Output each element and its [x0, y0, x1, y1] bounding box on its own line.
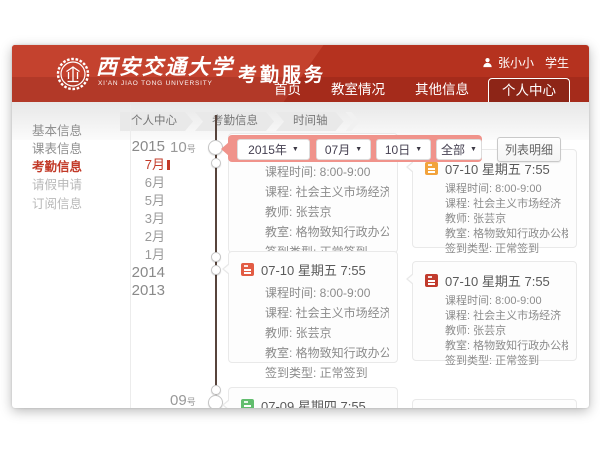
person-icon	[482, 57, 493, 68]
card-row-course: 课程: 社会主义市场经济	[445, 197, 568, 212]
card-title: 07-10 星期五 7:55	[261, 260, 366, 279]
card-row-room: 教室: 格物致知行政办公楼	[445, 339, 568, 354]
sidebar-item-basic-info[interactable]: 基本信息	[32, 120, 112, 139]
card-title: 07-10 星期五 7:55	[445, 271, 550, 290]
timeline-node	[208, 395, 223, 408]
breadcrumb-attendance-info[interactable]: 考勤信息	[195, 112, 274, 131]
attendance-card-clipped	[412, 399, 577, 408]
breadcrumb-trailing-arrow	[346, 112, 360, 131]
card-row-teacher: 教师: 张芸京	[445, 324, 568, 339]
calendar-icon	[425, 162, 438, 175]
month-dropdown-value: 07月	[325, 141, 350, 158]
list-detail-button[interactable]: 列表明细	[497, 137, 561, 162]
attendance-card: 07-10 星期五 7:55 课程时间: 8:00-9:00 课程: 社会主义市…	[412, 149, 577, 248]
scale-month-jun[interactable]: 6月	[92, 174, 165, 192]
attendance-card: 07-10 星期五 7:55 课程时间: 8:00-9:00 课程: 社会主义市…	[228, 251, 398, 363]
day-dropdown[interactable]: 10日 ▼	[376, 139, 431, 160]
card-row-course: 课程: 社会主义市场经济	[445, 309, 568, 324]
day-number: 10	[170, 139, 187, 156]
card-title-row: 07-10 星期五 7:55	[413, 262, 576, 292]
attendance-card: 07-10 星期五 7:55 课程时间: 8:00-9:00 课程: 社会主义市…	[412, 261, 577, 361]
attendance-card: 07-09 星期四 7:55	[228, 387, 398, 408]
scale-year-2013[interactable]: 2013	[92, 282, 165, 300]
day-label-10: 10号	[170, 139, 196, 157]
month-dropdown[interactable]: 07月 ▼	[316, 139, 371, 160]
university-name-cn: 西安交通大学	[96, 51, 234, 81]
nav-other-info[interactable]: 其他信息	[400, 77, 484, 102]
scale-year-2015[interactable]: 2015	[92, 138, 165, 156]
card-details: 课程时间: 8:00-9:00 课程: 社会主义市场经济 教师: 张芸京 教室:…	[229, 281, 397, 389]
timeline-node	[211, 252, 221, 262]
card-row-course: 课程: 社会主义市场经济	[265, 303, 389, 323]
type-dropdown-value: 全部	[441, 141, 465, 158]
year-dropdown-value: 2015年	[248, 141, 287, 158]
calendar-icon	[425, 274, 438, 287]
calendar-icon	[241, 263, 254, 276]
card-row-time: 课程时间: 8:00-9:00	[445, 294, 568, 309]
scale-month-mar[interactable]: 3月	[92, 210, 165, 228]
chevron-down-icon: ▼	[292, 146, 299, 153]
chevron-down-icon: ▼	[470, 146, 477, 153]
calendar-icon	[241, 399, 254, 408]
card-row-signin: 签到类型: 正常签到	[265, 363, 389, 383]
app-window: 西安交通大学 XI'AN JIAO TONG UNIVERSITY 考勤服务 张…	[12, 45, 589, 408]
university-logo-icon	[56, 57, 90, 91]
day-dropdown-value: 10日	[385, 141, 410, 158]
card-details: 课程时间: 8:00-9:00 课程: 社会主义市场经济 教师: 张芸京 教室:…	[413, 180, 576, 263]
card-row-course: 课程: 社会主义市场经济	[265, 182, 389, 202]
card-row-time: 课程时间: 8:00-9:00	[265, 283, 389, 303]
user-menu[interactable]: 张小小 学生	[482, 54, 569, 71]
day-unit: 号	[187, 144, 196, 154]
scale-month-jan[interactable]: 1月	[92, 246, 165, 264]
active-month-tick	[167, 160, 170, 170]
nav-classroom[interactable]: 教室情况	[316, 77, 400, 102]
app-header: 西安交通大学 XI'AN JIAO TONG UNIVERSITY 考勤服务 张…	[12, 45, 589, 102]
card-title-row: 07-09 星期四 7:55	[229, 388, 397, 408]
scale-month-may[interactable]: 5月	[92, 192, 165, 210]
year-dropdown[interactable]: 2015年 ▼	[237, 139, 310, 160]
nav-personal-center-active[interactable]: 个人中心	[488, 78, 570, 102]
nav-home[interactable]: 首页	[259, 77, 316, 102]
card-row-teacher: 教师: 张芸京	[265, 323, 389, 343]
user-name: 张小小	[498, 54, 534, 71]
card-row-teacher: 教师: 张芸京	[265, 202, 389, 222]
card-details: 课程时间: 8:00-9:00 课程: 社会主义市场经济 教师: 张芸京 教室:…	[413, 292, 576, 375]
day-unit: 号	[187, 397, 196, 407]
timeline-scale: 2015 7月 6月 5月 3月 2月 1月 2014 2013	[92, 138, 165, 300]
scale-month-jul-active[interactable]: 7月	[92, 156, 165, 174]
card-title-row: 07-10 星期五 7:55	[229, 252, 397, 281]
chevron-down-icon: ▼	[355, 146, 362, 153]
day-label-09: 09号	[170, 392, 196, 408]
page: 西安交通大学 XI'AN JIAO TONG UNIVERSITY 考勤服务 张…	[0, 0, 600, 450]
timeline-node	[211, 385, 221, 395]
card-row-room: 教室: 格物致知行政办公楼	[445, 227, 568, 242]
card-row-time: 课程时间: 8:00-9:00	[445, 182, 568, 197]
card-row-signin: 签到类型: 正常签到	[445, 354, 568, 369]
card-row-time: 课程时间: 8:00-9:00	[265, 162, 389, 182]
scale-month-feb[interactable]: 2月	[92, 228, 165, 246]
top-nav: 首页 教室情况 其他信息 个人中心	[259, 77, 570, 102]
breadcrumb: 个人中心 考勤信息 时间轴	[120, 112, 362, 131]
card-row-signin: 签到类型: 正常签到	[445, 242, 568, 257]
card-row-teacher: 教师: 张芸京	[445, 212, 568, 227]
breadcrumb-timeline[interactable]: 时间轴	[276, 112, 344, 131]
type-dropdown[interactable]: 全部 ▼	[436, 139, 482, 160]
user-role: 学生	[545, 54, 569, 71]
card-row-room: 教室: 格物致知行政办公楼	[265, 343, 389, 363]
chevron-down-icon: ▼	[415, 146, 422, 153]
day-number: 09	[170, 392, 187, 408]
card-row-room: 教室: 格物致知行政办公楼	[265, 222, 389, 242]
university-name-en: XI'AN JIAO TONG UNIVERSITY	[98, 80, 213, 87]
timeline-node	[211, 265, 221, 275]
card-title: 07-09 星期四 7:55	[261, 396, 366, 408]
scale-year-2014[interactable]: 2014	[92, 264, 165, 282]
timeline-node	[211, 158, 221, 168]
